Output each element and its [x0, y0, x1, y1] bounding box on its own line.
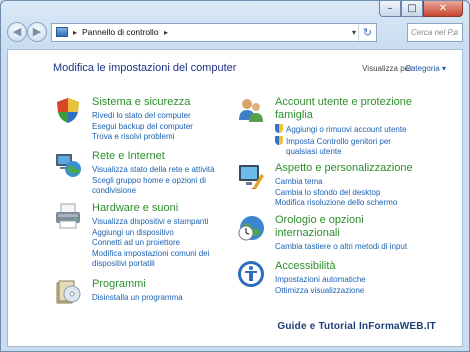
task-link[interactable]: Aggiungi o rimuovi account utente [275, 124, 407, 136]
back-button[interactable]: ◀ [7, 22, 27, 42]
maximize-button[interactable]: □ [401, 1, 423, 17]
breadcrumb-separator-icon[interactable]: ▸ [164, 24, 168, 41]
control-panel-icon [56, 27, 68, 37]
category-title[interactable]: Rete e Internet [92, 150, 165, 163]
programs-disc-icon [56, 280, 81, 304]
task-link[interactable]: Esegui backup del computer [92, 122, 193, 133]
category-title-line2[interactable]: internazionali [275, 227, 340, 240]
category-links: Cambia tastiere o altri metodi di input [275, 242, 407, 253]
task-link[interactable]: Modifica impostazioni comuni dei [92, 249, 209, 260]
forward-button[interactable]: ▶ [27, 22, 47, 42]
category-title-line2[interactable]: famiglia [275, 109, 313, 122]
category-title[interactable]: Programmi [92, 278, 146, 291]
task-link[interactable]: Cambia tastiere o altri metodi di input [275, 242, 407, 253]
category-links: Rivedi lo stato del computer Esegui back… [92, 111, 193, 143]
network-globe-icon [56, 154, 81, 177]
task-link[interactable]: Trova e risolvi problemi [92, 132, 193, 143]
watermark-text: Guide e Tutorial InFormaWEB.IT [277, 321, 436, 332]
category-title[interactable]: Sistema e sicurezza [92, 96, 190, 109]
task-link[interactable]: condivisione [92, 186, 215, 197]
page-title: Modifica le impostazioni del computer [53, 62, 237, 74]
search-input[interactable]: Cerca nel P... ⌕ [407, 23, 463, 42]
category-links: Aggiungi o rimuovi account utente Impost… [275, 124, 407, 158]
task-link[interactable]: Disinstalla un programma [92, 293, 183, 304]
address-dropdown-icon[interactable]: ▾ [352, 24, 356, 41]
users-icon [239, 99, 263, 122]
task-link[interactable]: Aggiungi un dispositivo [92, 228, 209, 239]
breadcrumb-control-panel[interactable]: Pannello di controllo [82, 24, 159, 41]
printer-icon [56, 203, 80, 229]
control-panel-content: Modifica le impostazioni del computer Vi… [7, 49, 463, 347]
clock-globe-icon [238, 216, 264, 241]
minimize-button[interactable]: – [379, 1, 401, 17]
task-link[interactable]: Ottimizza visualizzazione [275, 286, 366, 297]
forward-arrow-icon: ▶ [32, 25, 42, 38]
category-title[interactable]: Account utente e protezione [275, 96, 412, 109]
task-link[interactable]: Modifica risoluzione dello schermo [275, 198, 397, 209]
refresh-icon[interactable]: ↻ [358, 24, 376, 41]
category-links: Visualizza stato della rete e attività S… [92, 165, 215, 197]
view-by-dropdown[interactable]: Categoria ▾ [405, 64, 446, 73]
close-button[interactable]: ✕ [423, 1, 463, 17]
task-link[interactable]: Rivedi lo stato del computer [92, 111, 193, 122]
task-link[interactable]: Visualizza dispositivi e stampanti [92, 217, 209, 228]
task-link[interactable]: Scegli gruppo home e opzioni di [92, 176, 215, 187]
task-link[interactable]: Connetti ad un proiettore [92, 238, 209, 249]
back-arrow-icon: ◀ [12, 25, 22, 38]
caption-buttons: – □ ✕ [379, 1, 463, 17]
appearance-icon [239, 165, 264, 189]
category-links: Disinstalla un programma [92, 293, 183, 304]
breadcrumb-separator-icon[interactable]: ▸ [73, 24, 77, 41]
navigation-toolbar: ◀ ▶ ▸ Pannello di controllo ▸ ▾ ↻ Cerca … [7, 21, 463, 45]
uac-shield-icon [275, 124, 283, 133]
uac-shield-icon [275, 135, 283, 145]
control-panel-window: – □ ✕ ◀ ▶ ▸ Pannello di controllo ▸ ▾ ↻ … [0, 0, 470, 352]
task-link-continuation[interactable]: qualsiasi utente [275, 147, 407, 158]
category-title[interactable]: Hardware e suoni [92, 202, 178, 215]
search-placeholder: Cerca nel P... [411, 28, 459, 37]
task-link[interactable]: Imposta Controllo genitori per [275, 135, 407, 148]
search-icon[interactable]: ⌕ [453, 24, 459, 41]
category-links: Impostazioni automatiche Ottimizza visua… [275, 275, 366, 296]
category-links: Cambia tema Cambia lo sfondo del desktop… [275, 177, 397, 209]
task-link[interactable]: dispositivi portatili [92, 259, 209, 270]
address-bar[interactable]: ▸ Pannello di controllo ▸ ▾ ↻ [51, 23, 377, 42]
category-title[interactable]: Orologio e opzioni [275, 214, 364, 227]
shield-icon [57, 98, 79, 123]
category-title[interactable]: Accessibilità [275, 260, 336, 273]
accessibility-icon [238, 261, 264, 287]
category-title[interactable]: Aspetto e personalizzazione [275, 162, 413, 175]
task-link[interactable]: Cambia lo sfondo del desktop [275, 188, 397, 199]
task-link[interactable]: Visualizza stato della rete e attività [92, 165, 215, 176]
task-link[interactable]: Cambia tema [275, 177, 397, 188]
category-links: Visualizza dispositivi e stampanti Aggiu… [92, 217, 209, 270]
task-link[interactable]: Impostazioni automatiche [275, 275, 366, 286]
